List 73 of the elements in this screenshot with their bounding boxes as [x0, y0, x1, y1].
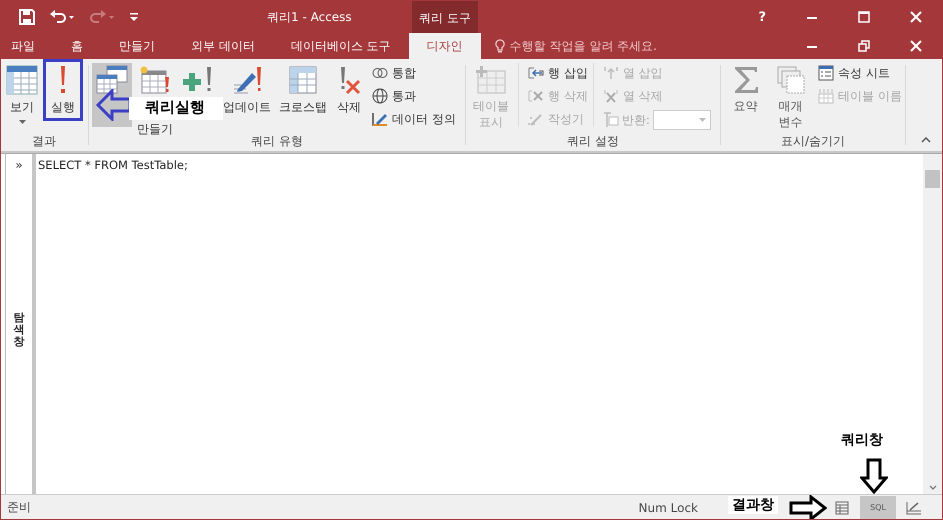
save-icon[interactable] [19, 9, 35, 25]
undo-icon[interactable] [49, 9, 75, 25]
tell-me-field[interactable]: 수행할 작업을 알려 주세요. [510, 39, 690, 53]
query-type-small-button[interactable]: 통과 [372, 86, 456, 106]
help-button[interactable]: ? [758, 10, 766, 24]
group-label: 결과 [32, 133, 56, 150]
query-type-small-button[interactable]: 데이터 정의 [372, 109, 456, 129]
sql-view-button[interactable]: SQL [860, 496, 896, 519]
sigma-icon [732, 65, 759, 95]
datasheet-icon [835, 500, 849, 514]
ribbon-tab[interactable]: 홈 [53, 33, 101, 59]
union-icon [372, 67, 388, 79]
ribbon-tab[interactable]: 외부 데이터 [173, 33, 273, 59]
navigation-pane[interactable]: » 탐색 창 [5, 154, 36, 494]
query-type-small-button[interactable]: 통합 [372, 63, 456, 83]
show-hide-button[interactable]: 매개 변수 [769, 63, 812, 127]
run-button[interactable]: 실행 [46, 63, 80, 119]
callout-label: 결과창 [728, 496, 778, 514]
table-plus-icon [475, 65, 507, 95]
ribbon-tab[interactable]: 디자인 [408, 33, 481, 59]
delete-column-icon [602, 89, 619, 103]
navigation-pane-label: 탐색 창 [14, 312, 24, 348]
lightbulb-icon [494, 39, 505, 53]
context-tab-label: 쿼리 도구 [412, 1, 478, 33]
close-icon[interactable] [910, 11, 922, 23]
query-type-button[interactable]: 업데이트 [220, 63, 274, 127]
collapse-ribbon-icon[interactable] [921, 137, 931, 143]
property-sheet-icon [818, 65, 834, 81]
return-label: 반환: [622, 112, 650, 128]
query-type-button[interactable]: 크로스탭 [276, 63, 330, 127]
callout-label: 쿼리창 [841, 431, 883, 449]
query-setup-small-button[interactable]: 행 삽입 [528, 63, 588, 83]
group-label: 쿼리 유형 [251, 133, 303, 150]
expand-nav-button[interactable]: » [15, 158, 23, 172]
ruler-pencil-icon [906, 500, 922, 514]
group-label: 표시/숨기기 [780, 133, 846, 150]
ribbon-tab[interactable]: 데이터베이스 도구 [272, 33, 409, 59]
query-type-button[interactable]: 삭제 [332, 63, 366, 127]
show-hide-small-button[interactable]: 속성 시트 [818, 63, 902, 83]
wand-icon [528, 112, 544, 126]
caret-icon [18, 120, 26, 124]
sql-text: SELECT * FROM TestTable; [38, 158, 188, 172]
ribbon-tab[interactable]: 파일 [1, 33, 53, 59]
insert-row-icon [528, 66, 544, 80]
window-title: 쿼리1 - Access [267, 8, 353, 26]
delete-row-icon [528, 89, 544, 103]
table-names-icon [818, 88, 834, 104]
view-button[interactable]: 보기 [3, 63, 41, 127]
callout-label: 쿼리실행 [129, 97, 223, 120]
restore-icon[interactable] [858, 40, 870, 52]
vertical-scrollbar[interactable] [923, 154, 942, 494]
scroll-thumb[interactable] [925, 170, 940, 188]
num-lock-indicator: Num Lock [638, 500, 698, 514]
customize-toolbar-icon[interactable] [129, 12, 139, 22]
return-icon [602, 112, 619, 128]
globe-icon [372, 88, 388, 104]
crosstab-icon [288, 65, 318, 95]
exclamation-icon [58, 65, 68, 95]
ruler-pencil-icon [372, 111, 388, 127]
left-arrow [96, 89, 132, 121]
parameters-icon [776, 65, 806, 95]
ribbon-tab[interactable]: 만들기 [101, 33, 173, 59]
datasheet-icon [6, 65, 38, 95]
caret-icon [698, 118, 706, 122]
tables-icon [95, 65, 129, 95]
scroll-down-icon[interactable] [928, 485, 936, 490]
close-icon[interactable] [910, 40, 922, 52]
new-table-icon [138, 65, 172, 95]
group-label: 쿼리 설정 [567, 133, 619, 150]
status-text: 준비 [6, 499, 31, 516]
show-hide-button[interactable]: 요약 [724, 63, 768, 127]
insert-column-icon [602, 66, 619, 80]
maximize-icon[interactable] [858, 11, 870, 23]
